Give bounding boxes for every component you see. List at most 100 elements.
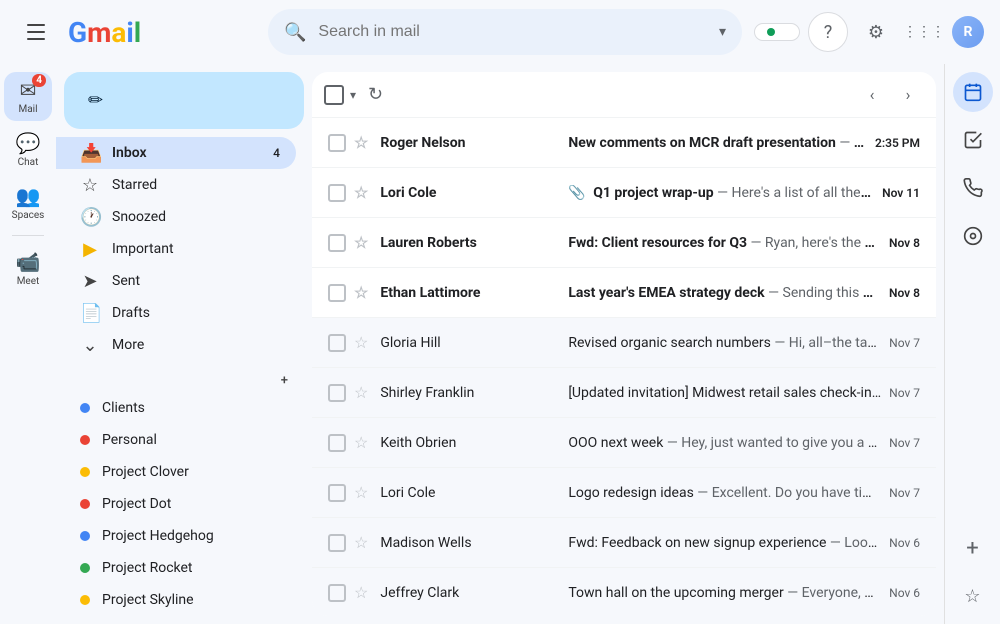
prev-page-button[interactable]: ‹ xyxy=(856,79,888,111)
email-preview-text: — Hi, all–the table below contains the r… xyxy=(774,335,889,351)
email-star[interactable]: ☆ xyxy=(354,383,368,402)
calendar-panel-button[interactable] xyxy=(953,72,993,112)
email-subject: 📎 Q1 project wrap-up — Here's a list of … xyxy=(560,185,882,201)
email-row[interactable]: ☆ Lori Cole 📎 Q1 project wrap-up — Here'… xyxy=(312,168,936,218)
search-input[interactable] xyxy=(318,23,711,41)
email-checkbox[interactable] xyxy=(328,434,346,452)
sidebar-item-starred[interactable]: ☆ Starred xyxy=(56,169,296,201)
email-star[interactable]: ☆ xyxy=(354,283,368,302)
email-checkbox[interactable] xyxy=(328,534,346,552)
nav-divider xyxy=(12,235,44,236)
starred-icon: ☆ xyxy=(80,175,100,196)
email-row[interactable]: ☆ Jeffrey Clark Town hall on the upcomin… xyxy=(312,568,936,616)
more-chevron-icon: ⌄ xyxy=(80,335,100,356)
email-time: Nov 6 xyxy=(889,586,920,600)
project-dot-label: Project Dot xyxy=(102,496,171,512)
email-row[interactable]: ☆ Roger Nelson New comments on MCR draft… xyxy=(312,118,936,168)
email-checkbox[interactable] xyxy=(328,134,346,152)
email-checkbox[interactable] xyxy=(328,484,346,502)
sidebar-item-snoozed[interactable]: 🕐 Snoozed xyxy=(56,201,296,233)
email-star[interactable]: ☆ xyxy=(354,583,368,602)
apps-button[interactable]: ⋮⋮⋮ xyxy=(904,12,944,52)
email-star[interactable]: ☆ xyxy=(354,233,368,252)
email-checkbox[interactable] xyxy=(328,334,346,352)
contacts-panel-button[interactable] xyxy=(953,168,993,208)
search-bar[interactable]: 🔍 ▾ xyxy=(268,9,742,55)
email-row[interactable]: ☆ Keith Obrien OOO next week — Hey, just… xyxy=(312,418,936,468)
project-dot-color-dot xyxy=(80,499,90,509)
settings-button[interactable]: ⚙ xyxy=(856,12,896,52)
email-star[interactable]: ☆ xyxy=(354,433,368,452)
keep-panel-button[interactable] xyxy=(953,216,993,256)
label-project-dot[interactable]: Project Dot xyxy=(56,488,296,520)
email-list-container: ▾ ↻ ‹ › ☆ Roger Nelson New comments on M… xyxy=(312,72,936,616)
email-checkbox[interactable] xyxy=(328,584,346,602)
meet-icon: 📹 xyxy=(16,250,41,274)
email-row[interactable]: ☆ Gloria Hill Revised organic search num… xyxy=(312,318,936,368)
gmail-logo: Gmail xyxy=(68,16,141,49)
email-list-toolbar: ▾ ↻ ‹ › xyxy=(312,72,936,118)
email-star[interactable]: ☆ xyxy=(354,533,368,552)
email-row[interactable]: ☆ Lori Cole Logo redesign ideas — Excell… xyxy=(312,468,936,518)
nav-spaces[interactable]: 👥 Spaces xyxy=(4,178,52,227)
label-project-skyline[interactable]: Project Skyline xyxy=(56,584,296,616)
labels-more-button[interactable]: ⌄ More xyxy=(56,616,312,624)
email-row[interactable]: ☆ Shirley Franklin [Updated invitation] … xyxy=(312,368,936,418)
sidebar-item-inbox[interactable]: 📥 Inbox 4 xyxy=(56,137,296,169)
email-checkbox[interactable] xyxy=(328,384,346,402)
search-dropdown-icon[interactable]: ▾ xyxy=(719,24,726,40)
email-star[interactable]: ☆ xyxy=(354,483,368,502)
label-clients[interactable]: Clients xyxy=(56,392,296,424)
email-star[interactable]: ☆ xyxy=(354,133,368,152)
select-dropdown-caret[interactable]: ▾ xyxy=(350,88,356,102)
email-subject: Fwd: Client resources for Q3 — Ryan, her… xyxy=(560,235,889,251)
sidebar-item-more[interactable]: ⌄ More xyxy=(56,329,296,361)
email-row[interactable]: ☆ Lauren Roberts Fwd: Client resources f… xyxy=(312,218,936,268)
email-row[interactable]: ☆ Madison Wells Fwd: Feedback on new sig… xyxy=(312,518,936,568)
nav-meet[interactable]: 📹 Meet xyxy=(4,244,52,293)
active-status-button[interactable] xyxy=(754,23,800,41)
snoozed-label: Snoozed xyxy=(112,209,280,225)
email-sender: Keith Obrien xyxy=(380,435,560,451)
add-label-button[interactable]: + xyxy=(281,373,288,388)
nav-mail[interactable]: ✉ Mail 4 xyxy=(4,72,52,121)
email-checkbox[interactable] xyxy=(328,284,346,302)
tasks-panel-button[interactable] xyxy=(953,120,993,160)
menu-button[interactable] xyxy=(16,12,56,52)
help-button[interactable]: ? xyxy=(808,12,848,52)
email-sender: Shirley Franklin xyxy=(380,385,560,401)
sidebar-item-sent[interactable]: ➤ Sent xyxy=(56,265,296,297)
label-personal[interactable]: Personal xyxy=(56,424,296,456)
email-sender: Jeffrey Clark xyxy=(380,585,560,601)
add-panel-button[interactable]: + xyxy=(953,528,993,568)
email-star[interactable]: ☆ xyxy=(354,183,368,202)
label-project-rocket[interactable]: Project Rocket xyxy=(56,552,296,584)
email-star[interactable]: ☆ xyxy=(354,333,368,352)
email-subject-text: Last year's EMEA strategy deck xyxy=(568,285,764,301)
email-subject: [Updated invitation] Midwest retail sale… xyxy=(560,385,889,401)
nav-chat[interactable]: 💬 Chat xyxy=(4,125,52,174)
email-row[interactable]: ☆ Ethan Lattimore Last year's EMEA strat… xyxy=(312,268,936,318)
important-icon: ▶ xyxy=(80,239,100,260)
sidebar-item-important[interactable]: ▶ Important xyxy=(56,233,296,265)
avatar[interactable]: R xyxy=(952,16,984,48)
email-rows: ☆ Roger Nelson New comments on MCR draft… xyxy=(312,118,936,616)
label-project-hedgehog[interactable]: Project Hedgehog xyxy=(56,520,296,552)
next-page-button[interactable]: › xyxy=(892,79,924,111)
email-time: Nov 7 xyxy=(889,336,920,350)
inbox-label: Inbox xyxy=(112,145,261,161)
refresh-button[interactable]: ↻ xyxy=(360,76,391,113)
email-subject-text: [Updated invitation] Midwest retail sale… xyxy=(568,385,881,401)
email-checkbox[interactable] xyxy=(328,184,346,202)
email-sender: Lori Cole xyxy=(380,485,560,501)
label-project-clover[interactable]: Project Clover xyxy=(56,456,296,488)
email-sender: Lori Cole xyxy=(380,185,560,201)
email-preview-text: — Everyone, we'll be hosting our second … xyxy=(787,585,889,601)
compose-button[interactable]: ✏ xyxy=(64,72,304,129)
email-checkbox[interactable] xyxy=(328,234,346,252)
sidebar-item-drafts[interactable]: 📄 Drafts xyxy=(56,297,296,329)
email-time: Nov 11 xyxy=(882,186,920,200)
settings-icon: ⚙ xyxy=(868,22,884,43)
star-panel-button[interactable]: ☆ xyxy=(953,576,993,616)
select-all-checkbox[interactable] xyxy=(324,85,344,105)
